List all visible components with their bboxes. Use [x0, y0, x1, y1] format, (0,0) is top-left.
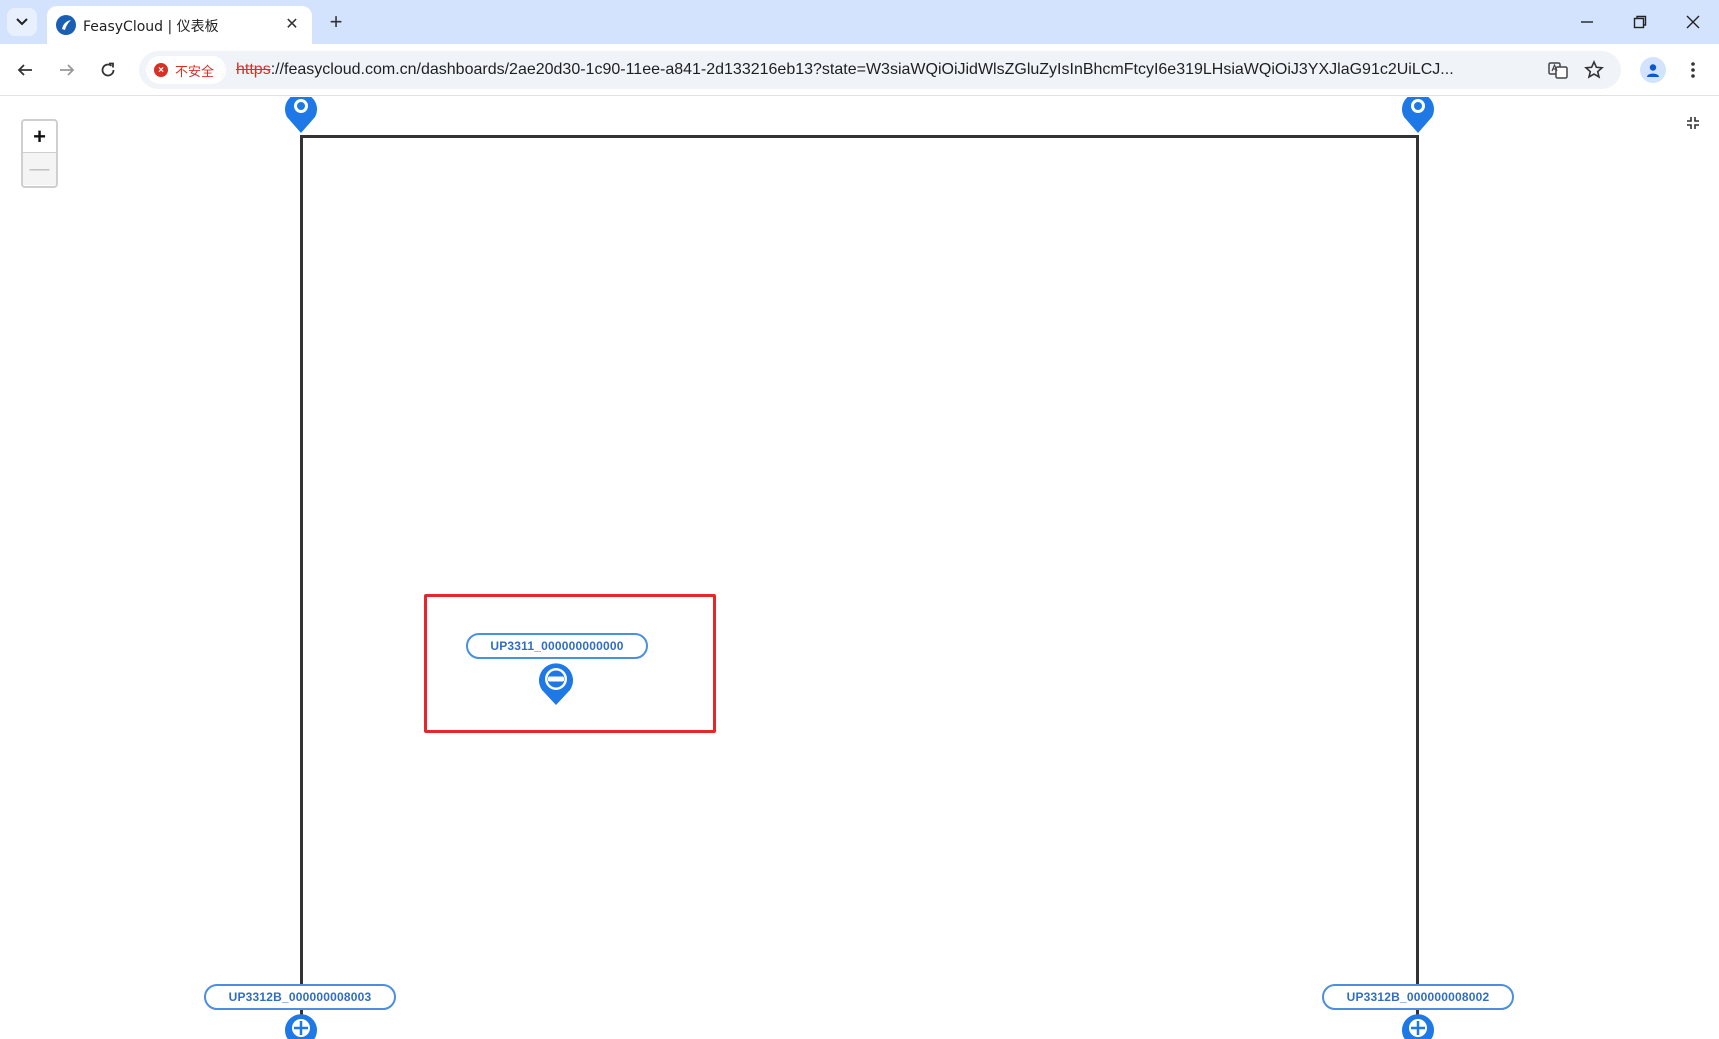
zoom-in-button[interactable]: + [23, 121, 56, 153]
location-pin-icon[interactable] [1399, 97, 1437, 135]
feasycloud-logo-icon [56, 15, 76, 35]
new-tab-button[interactable]: + [322, 8, 350, 36]
url-text[interactable]: https://feasycloud.com.cn/dashboards/2ae… [236, 61, 1511, 79]
location-pin-icon[interactable] [537, 663, 575, 707]
tab-strip: FeasyCloud | 仪表板 ✕ + [0, 0, 1719, 44]
dashboard-map[interactable]: + — UP3311_000000000000 UP3312B_00000000… [0, 97, 1719, 1039]
translate-icon[interactable] [1547, 59, 1569, 81]
device-label[interactable]: UP3312B_000000008003 [204, 984, 396, 1010]
right-wire [1416, 135, 1419, 1039]
arrow-left-icon [17, 64, 32, 76]
top-wire [300, 135, 1418, 138]
browser-toolbar: × 不安全 https://feasycloud.com.cn/dashboar… [0, 44, 1719, 96]
device-label[interactable]: UP3312B_000000008002 [1322, 984, 1514, 1010]
security-chip[interactable]: × 不安全 [146, 56, 226, 84]
more-vert-icon [1691, 62, 1695, 78]
restore-icon [1633, 15, 1647, 29]
url-rest: ://feasycloud.com.cn/dashboards/2ae20d30… [270, 61, 1454, 78]
tab-title: FeasyCloud | 仪表板 [83, 19, 219, 35]
arrow-right-icon [60, 64, 75, 76]
url-scheme: https [236, 61, 271, 78]
profile-avatar[interactable] [1640, 57, 1666, 83]
device-label[interactable]: UP3311_000000000000 [466, 633, 648, 659]
zoom-control: + — [21, 119, 58, 188]
exit-fullscreen-button[interactable] [1683, 113, 1703, 133]
tab-search-button[interactable] [7, 8, 37, 36]
close-window-button[interactable] [1670, 6, 1716, 38]
bookmark-star-icon[interactable] [1583, 59, 1605, 81]
restore-button[interactable] [1617, 6, 1663, 38]
zoom-out-button[interactable]: — [23, 153, 56, 185]
back-button[interactable] [11, 56, 39, 84]
warning-icon: × [154, 63, 168, 77]
exit-fullscreen-icon [1687, 117, 1699, 129]
chevron-down-icon [16, 18, 28, 26]
address-bar[interactable]: × 不安全 https://feasycloud.com.cn/dashboar… [139, 51, 1621, 89]
location-pin-icon[interactable] [1399, 1012, 1437, 1039]
minimize-button[interactable] [1564, 6, 1610, 38]
active-tab[interactable]: FeasyCloud | 仪表板 ✕ [47, 6, 312, 44]
browser-menu-button[interactable] [1683, 56, 1703, 84]
close-icon [1686, 15, 1700, 29]
forward-button[interactable] [53, 56, 81, 84]
tab-close-icon[interactable]: ✕ [282, 14, 302, 34]
minimize-icon [1581, 21, 1593, 23]
left-wire [300, 135, 303, 1039]
reload-icon [101, 62, 115, 77]
security-label: 不安全 [175, 64, 215, 80]
reload-button[interactable] [94, 56, 122, 84]
location-pin-icon[interactable] [282, 97, 320, 135]
person-icon [1647, 64, 1659, 77]
location-pin-icon[interactable] [282, 1012, 320, 1039]
